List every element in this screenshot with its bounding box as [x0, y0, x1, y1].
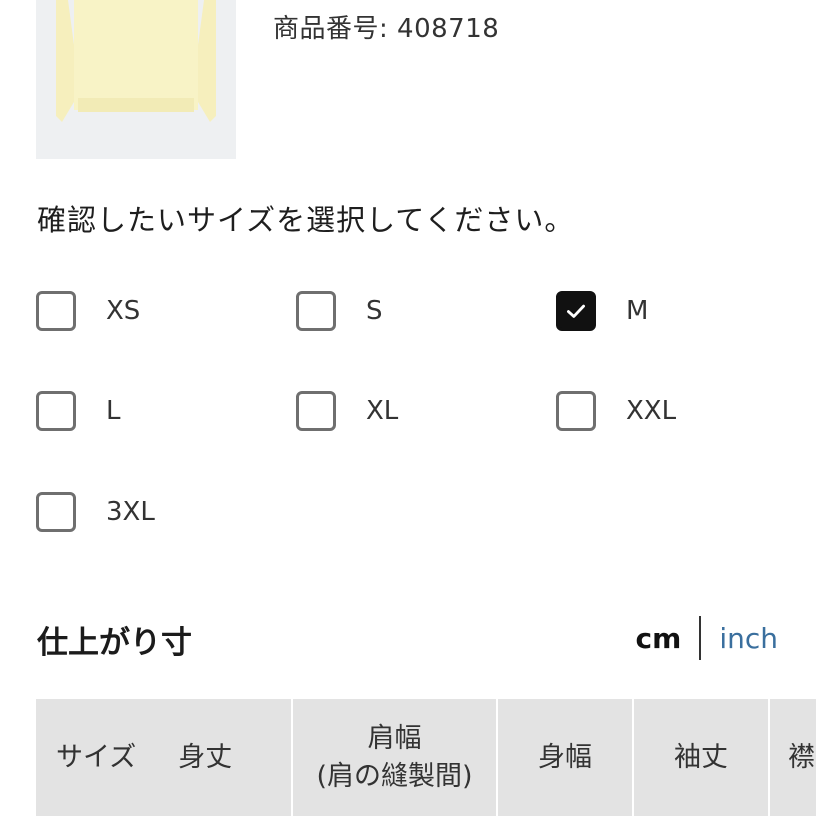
unit-toggle: cm inch — [636, 614, 778, 662]
header-size-length: サイズ 身丈 — [36, 699, 293, 816]
header-partial: 襟 — [788, 741, 815, 773]
size-option-s[interactable]: S — [296, 287, 383, 335]
checkbox[interactable] — [556, 391, 596, 431]
checkbox[interactable] — [36, 291, 76, 331]
checkbox[interactable] — [36, 391, 76, 431]
checkbox[interactable] — [296, 391, 336, 431]
header-shoulder: 肩幅 (肩の縫製間) — [293, 699, 498, 816]
size-option-3xl[interactable]: 3XL — [36, 488, 155, 536]
unit-cm-option[interactable]: cm — [636, 622, 682, 655]
size-option-xl[interactable]: XL — [296, 387, 398, 435]
size-label: 3XL — [106, 497, 155, 527]
header-length: 身丈 — [178, 741, 233, 773]
unit-inch-link[interactable]: inch — [719, 622, 778, 655]
size-label: S — [366, 296, 383, 326]
header-size: サイズ — [56, 741, 137, 773]
size-label: XS — [106, 296, 141, 326]
checkbox-checked[interactable] — [556, 291, 596, 331]
product-number: 商品番号: 408718 — [273, 14, 500, 44]
size-option-m[interactable]: M — [556, 287, 648, 335]
header-shoulder-label: 肩幅 — [367, 722, 422, 754]
header-sleeve: 袖丈 — [634, 699, 770, 816]
size-label: XL — [366, 396, 399, 426]
size-option-xs[interactable]: XS — [36, 287, 140, 335]
unit-divider — [699, 616, 702, 660]
size-instruction: 確認したいサイズを選択してください。 — [37, 203, 575, 237]
size-label: L — [106, 396, 121, 426]
size-table-header: サイズ 身丈 肩幅 (肩の縫製間) 身幅 袖丈 襟 — [36, 699, 816, 816]
checkmark-icon — [567, 304, 585, 318]
size-label: XXL — [626, 396, 677, 426]
header-shoulder-note: (肩の縫製間) — [316, 760, 473, 792]
product-thumbnail[interactable] — [36, 0, 236, 159]
size-label: M — [626, 296, 649, 326]
size-option-xxl[interactable]: XXL — [556, 387, 676, 435]
sweater-image — [56, 0, 216, 122]
header-body-width: 身幅 — [498, 699, 634, 816]
checkbox[interactable] — [36, 492, 76, 532]
size-option-l[interactable]: L — [36, 387, 121, 435]
checkbox[interactable] — [296, 291, 336, 331]
measurements-title: 仕上がり寸 — [37, 625, 192, 661]
